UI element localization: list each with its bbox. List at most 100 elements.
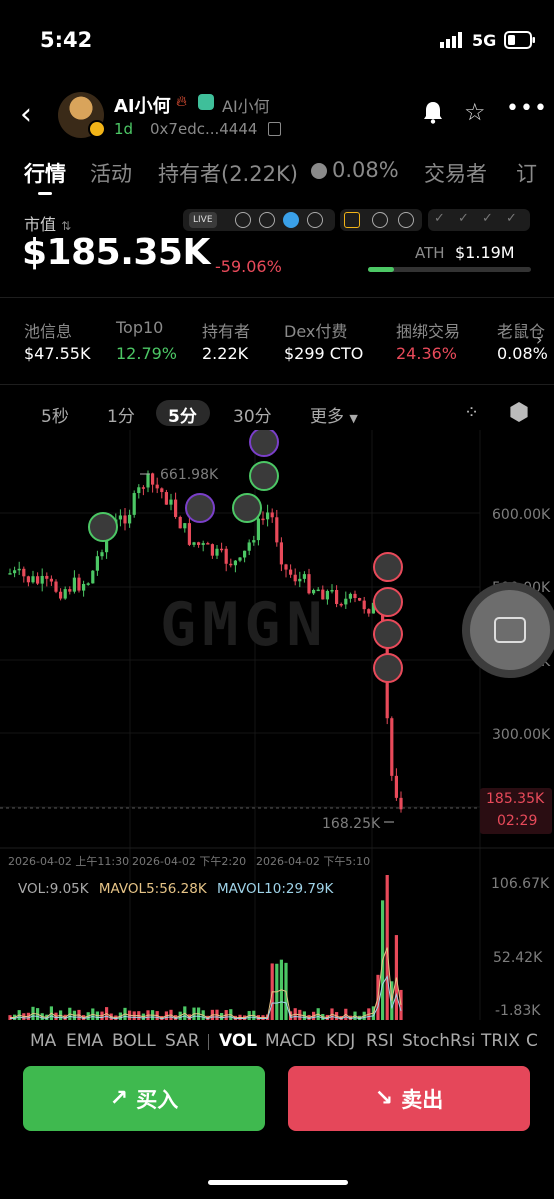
tab-activity[interactable]: 活动 xyxy=(90,158,132,188)
buy-button[interactable]: ↗ 买入 xyxy=(23,1066,265,1131)
check-icon: ✓ xyxy=(506,211,517,226)
fire-icon: 🔥︎ xyxy=(176,92,188,110)
candle-body xyxy=(362,600,366,610)
sell-button[interactable]: ↘ 卖出 xyxy=(288,1066,530,1131)
candle-body xyxy=(325,590,329,600)
interval-5s[interactable]: 5秒 xyxy=(41,402,69,427)
candle-body xyxy=(77,577,81,591)
indicator-ema[interactable]: EMA xyxy=(66,1031,103,1051)
live-badge[interactable]: LIVE xyxy=(189,212,217,228)
candle-body xyxy=(206,543,210,545)
tab-holders[interactable]: 持有者(2.22K) xyxy=(158,158,298,188)
indicator-vol[interactable]: VOL xyxy=(219,1031,257,1051)
trade-marker-avatar xyxy=(88,512,118,542)
candle-body xyxy=(275,517,279,543)
ath-value: $1.19M xyxy=(455,243,515,262)
security-checks-chip[interactable]: ✓ ✓ ✓ ✓ xyxy=(428,209,530,231)
ath-progress-fill xyxy=(368,267,395,272)
candle-body xyxy=(82,583,86,591)
bell-icon[interactable] xyxy=(422,100,444,130)
interval-1m[interactable]: 1分 xyxy=(107,402,135,427)
stat-value: 2.22K xyxy=(202,344,249,363)
search-icon[interactable] xyxy=(372,212,388,228)
contract-address[interactable]: 0x7edc...4444 xyxy=(150,120,257,138)
indicator-c[interactable]: C xyxy=(526,1031,538,1051)
market-cap-change: -59.06% xyxy=(215,257,282,276)
high-label: 661.98K xyxy=(160,467,219,483)
candle-body xyxy=(22,568,26,577)
indicator-icon[interactable]: ⁘ xyxy=(464,402,479,423)
candle-body xyxy=(229,563,233,566)
candle-body xyxy=(256,518,260,541)
candle-body xyxy=(54,581,58,592)
more-icon[interactable]: ••• xyxy=(506,96,548,121)
candle-body xyxy=(192,542,196,545)
tools-chip xyxy=(340,209,422,231)
price-chart[interactable]: GMGN 661.98K 168.25K 600.00K 500.00K 400… xyxy=(0,430,554,1030)
info-icon[interactable] xyxy=(259,212,275,228)
indicator-trix[interactable]: TRIX xyxy=(481,1031,520,1051)
chain-badge-icon xyxy=(88,120,106,138)
candle-body xyxy=(261,518,265,521)
tab-rat-percent[interactable]: 0.08% xyxy=(332,158,399,182)
interval-5m[interactable]: 5分 xyxy=(168,402,197,427)
chart-watermark: GMGN xyxy=(160,590,329,660)
user-icon[interactable] xyxy=(235,212,251,228)
chevron-right-icon[interactable]: › xyxy=(536,330,542,349)
settings-icon[interactable] xyxy=(510,402,528,422)
tab-market[interactable]: 行情 xyxy=(24,158,66,188)
candle-body xyxy=(91,570,95,584)
tab-traders[interactable]: 交易者 xyxy=(424,158,487,188)
copy-icon[interactable] xyxy=(268,122,281,136)
candle-body xyxy=(201,543,205,545)
indicator-rsi[interactable]: RSI xyxy=(366,1031,394,1051)
candle-body xyxy=(252,540,256,543)
arrow-down-right-icon: ↘ xyxy=(374,1086,394,1111)
candle-body xyxy=(270,512,274,518)
interval-more[interactable]: 更多 ▼ xyxy=(310,402,358,427)
back-arrow-icon[interactable]: ‹ xyxy=(20,100,32,130)
candle-body xyxy=(215,548,219,556)
indicator-ma[interactable]: MA xyxy=(30,1031,56,1051)
signal-icon xyxy=(440,32,464,48)
candle-body xyxy=(132,493,136,515)
bundle-icon[interactable] xyxy=(344,212,360,228)
indicator-stochrsi[interactable]: StochRsi xyxy=(402,1031,475,1051)
trade-marker-avatar xyxy=(232,493,262,523)
candle-body xyxy=(247,542,251,551)
candle-body xyxy=(298,578,302,582)
trade-marker-avatar xyxy=(249,430,279,457)
candle-body xyxy=(45,575,49,579)
candle-body xyxy=(348,593,352,599)
candle-body xyxy=(330,589,334,592)
indicator-boll[interactable]: BOLL xyxy=(112,1031,156,1051)
telegram-icon[interactable] xyxy=(283,212,299,228)
mavol10-value: MAVOL10:29.79K xyxy=(217,881,334,897)
candle-body xyxy=(169,499,173,505)
stat-label: 池信息 xyxy=(24,322,73,341)
candle-body xyxy=(8,573,12,575)
candle-body xyxy=(118,515,122,520)
battery-icon xyxy=(504,31,536,49)
candle-body xyxy=(95,556,99,571)
y-axis-label: 300.00K xyxy=(492,727,551,743)
indicator-macd[interactable]: MACD xyxy=(265,1031,316,1051)
volume-legend: VOL:9.05K MAVOL5:56.28K MAVOL10:29.79K xyxy=(18,881,339,897)
star-icon[interactable]: ☆ xyxy=(464,98,486,126)
globe-icon[interactable] xyxy=(307,212,323,228)
candle-body xyxy=(220,548,224,551)
stat-label: Top10 xyxy=(116,318,164,337)
network-label: 5G xyxy=(472,31,497,50)
candle-body xyxy=(164,492,168,505)
candle-body xyxy=(353,593,357,599)
indicator-kdj[interactable]: KDJ xyxy=(326,1031,355,1051)
tab-orders[interactable]: 订 xyxy=(516,158,537,188)
token-sub-name: AI小何 xyxy=(222,97,270,116)
wallet-icon xyxy=(494,617,526,643)
indicator-sar[interactable]: SAR xyxy=(165,1031,200,1051)
trade-marker-avatar xyxy=(373,552,403,582)
divider xyxy=(0,297,554,298)
cube-icon[interactable] xyxy=(398,212,414,228)
interval-30m[interactable]: 30分 xyxy=(233,402,272,427)
candle-body xyxy=(86,583,90,585)
